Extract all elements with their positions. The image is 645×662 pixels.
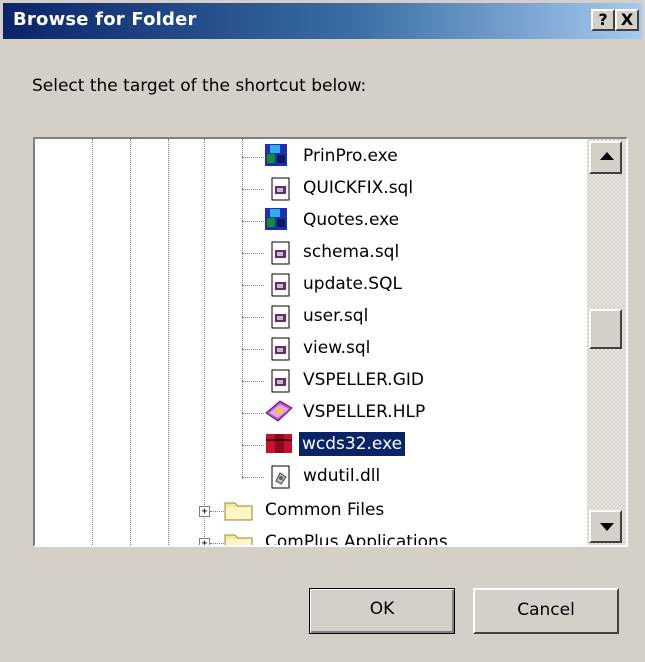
tree-item-label: wcds32.exe: [299, 432, 406, 456]
scroll-down-button[interactable]: [589, 510, 622, 543]
window-title: Browse for Folder: [13, 9, 197, 30]
scroll-thumb[interactable]: [589, 309, 622, 349]
cancel-button[interactable]: Cancel: [473, 588, 619, 634]
tree-item[interactable]: user.sql: [35, 301, 455, 333]
tree-branch-line: [242, 221, 264, 222]
tree-content: PrinPro.exe QUICKFIX.sql Quotes.exe sche…: [35, 139, 587, 545]
tree-item-label: VSPELLER.GID: [303, 370, 424, 390]
sql-file-icon: [271, 241, 290, 265]
tree-item[interactable]: + Common Files: [35, 495, 455, 527]
tree-item[interactable]: + ComPlus Applications: [35, 527, 455, 545]
sql-file-icon: [271, 369, 290, 393]
tree-item[interactable]: view.sql: [35, 333, 455, 365]
tree-item-selected[interactable]: wcds32.exe: [35, 429, 455, 461]
tree-item-label: Common Files: [265, 500, 385, 520]
tree-item-label: view.sql: [303, 338, 371, 358]
app-exe-icon: [265, 144, 287, 166]
browse-for-folder-dialog: Browse for Folder ? X Select the target …: [0, 0, 645, 662]
tree-branch-line: [242, 477, 264, 478]
tree-item[interactable]: update.SQL: [35, 269, 455, 301]
tree-branch-line: [242, 317, 264, 318]
tree-branch-line: [242, 157, 264, 158]
sql-file-icon: [271, 177, 290, 201]
help-book-icon: [265, 400, 293, 422]
ok-button[interactable]: OK: [309, 588, 455, 634]
tree-item[interactable]: wdutil.dll: [35, 461, 455, 493]
folder-icon: [224, 502, 253, 521]
tree-item-label: schema.sql: [303, 242, 400, 262]
dialog-prompt: Select the target of the shortcut below:: [32, 76, 367, 96]
folder-icon: [224, 534, 253, 545]
expand-icon[interactable]: +: [199, 538, 210, 545]
arrow-down-icon: [600, 523, 614, 531]
vertical-scrollbar[interactable]: [587, 139, 626, 545]
tree-branch-line: [242, 381, 264, 382]
tree-item[interactable]: PrinPro.exe: [35, 141, 455, 173]
tree-item-label: QUICKFIX.sql: [303, 178, 414, 198]
help-button[interactable]: ?: [591, 9, 615, 31]
tree-item-label: update.SQL: [303, 274, 402, 294]
tree-item[interactable]: QUICKFIX.sql: [35, 173, 455, 205]
tree-item-label: Quotes.exe: [303, 210, 400, 230]
scroll-up-button[interactable]: [589, 141, 622, 174]
wcds-app-icon: [266, 434, 292, 453]
tree-item-label: user.sql: [303, 306, 369, 326]
close-button[interactable]: X: [615, 9, 639, 31]
tree-branch-line: [242, 413, 264, 414]
dll-file-icon: [271, 465, 290, 489]
tree-item[interactable]: Quotes.exe: [35, 205, 455, 237]
sql-file-icon: [271, 305, 290, 329]
tree-item-label: ComPlus Applications: [265, 532, 448, 545]
tree-branch-line: [242, 189, 264, 190]
arrow-up-icon: [600, 152, 614, 160]
tree-item[interactable]: schema.sql: [35, 237, 455, 269]
tree-item-label: wdutil.dll: [303, 466, 381, 486]
title-bar[interactable]: Browse for Folder ? X: [3, 3, 642, 39]
tree-branch-line: [242, 285, 264, 286]
tree-item[interactable]: VSPELLER.GID: [35, 365, 455, 397]
tree-item[interactable]: VSPELLER.HLP: [35, 397, 455, 429]
tree-branch-line: [242, 445, 264, 446]
expand-icon[interactable]: +: [199, 506, 210, 517]
tree-branch-line: [242, 349, 264, 350]
tree-branch-line: [210, 543, 224, 544]
tree-branch-line: [210, 511, 224, 512]
folder-tree[interactable]: PrinPro.exe QUICKFIX.sql Quotes.exe sche…: [33, 137, 628, 547]
sql-file-icon: [271, 337, 290, 361]
tree-item-label: VSPELLER.HLP: [303, 402, 426, 422]
sql-file-icon: [271, 273, 290, 297]
tree-branch-line: [242, 253, 264, 254]
app-exe-icon: [265, 208, 287, 230]
tree-item-label: PrinPro.exe: [303, 146, 398, 166]
